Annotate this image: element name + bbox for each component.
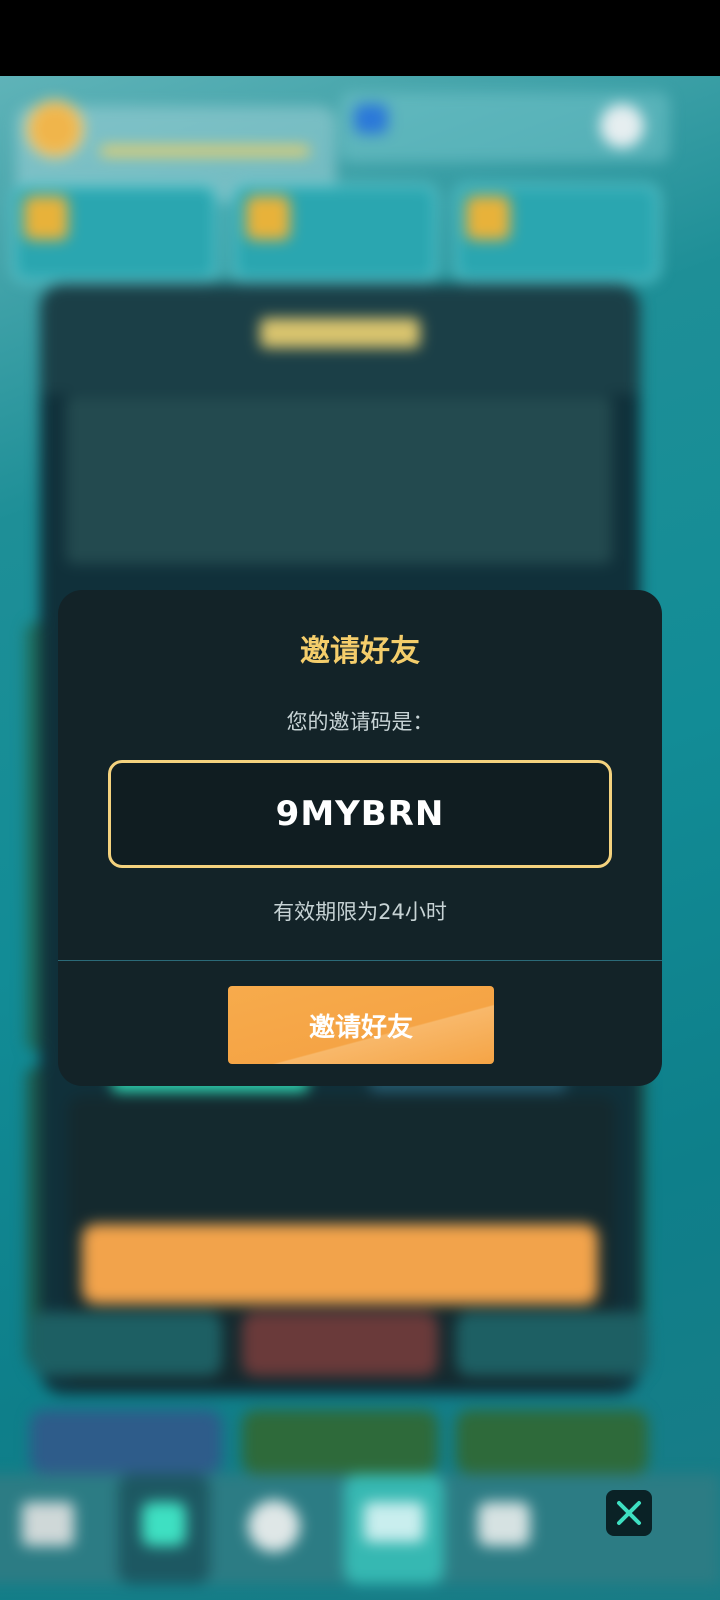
background-tile [242, 1410, 438, 1474]
background-tile [30, 1410, 222, 1474]
dialog-title: 邀请好友 [300, 634, 420, 669]
settings-gear-icon [600, 104, 644, 148]
divider [58, 960, 662, 961]
shield-icon [142, 1502, 186, 1546]
background-modal-text [66, 396, 612, 564]
close-button[interactable] [606, 1490, 652, 1536]
xp-bar [100, 146, 310, 156]
event-card-icon [466, 196, 510, 240]
background-modal-title [260, 318, 420, 348]
status-bar [0, 0, 720, 76]
gear-icon [248, 1500, 300, 1552]
invite-code-label: 您的邀请码是： [286, 710, 434, 734]
diamond-icon [364, 1502, 424, 1542]
heart-icon [478, 1502, 530, 1546]
background-tile [456, 1410, 648, 1474]
close-icon [617, 1501, 641, 1525]
validity-text: 有效期限为24小时 [273, 900, 447, 924]
gem-icon [354, 104, 388, 134]
invite-friend-button-label: 邀请好友 [308, 1012, 413, 1043]
home-icon [22, 1502, 74, 1546]
background-tile [30, 1312, 222, 1376]
background-tile [456, 1312, 648, 1376]
invite-dialog: 邀请好友 您的邀请码是： 9MYBRN 有效期限为24小时 邀请好友 [58, 590, 662, 1086]
avatar [26, 100, 84, 158]
invite-friend-button[interactable]: 邀请好友 [228, 986, 494, 1064]
invite-code-box[interactable]: 9MYBRN [108, 760, 612, 868]
event-card-icon [246, 196, 290, 240]
invite-code[interactable]: 9MYBRN [276, 794, 445, 834]
background-tile [242, 1312, 438, 1376]
event-card-icon [24, 196, 68, 240]
background-invite-button [82, 1224, 598, 1304]
